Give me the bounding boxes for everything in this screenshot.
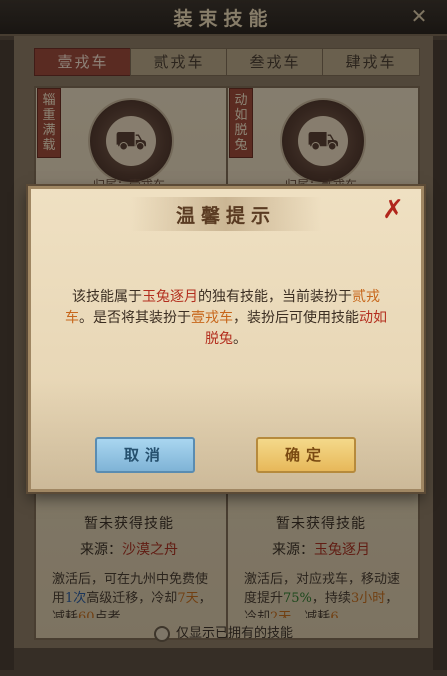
confirm-dialog: 温馨提示 ✗ 该技能属于玉兔逐月的独有技能，当前装扮于贰戎车。是否将其装扮于壹戎…	[28, 186, 424, 492]
cancel-button[interactable]: 取消	[95, 437, 195, 473]
msg-text: 的独有技能，当前装扮于	[198, 289, 352, 305]
confirm-button[interactable]: 确定	[256, 437, 356, 473]
close-icon[interactable]: ✗	[380, 197, 406, 223]
dialog-message: 该技能属于玉兔逐月的独有技能，当前装扮于贰戎车。是否将其装扮于壹戎车，装扮后可使…	[65, 287, 387, 350]
msg-text: ，装扮后可使用技能	[233, 310, 359, 326]
dialog-title: 温馨提示	[175, 205, 276, 227]
msg-target-cart: 壹戎车	[191, 310, 233, 326]
msg-text: 该技能属于	[72, 289, 142, 305]
dialog-background-scene	[31, 379, 421, 489]
msg-skill-owner: 玉兔逐月	[142, 289, 198, 305]
msg-text: 。是否将其装扮于	[79, 310, 191, 326]
msg-text: 。	[233, 331, 247, 347]
